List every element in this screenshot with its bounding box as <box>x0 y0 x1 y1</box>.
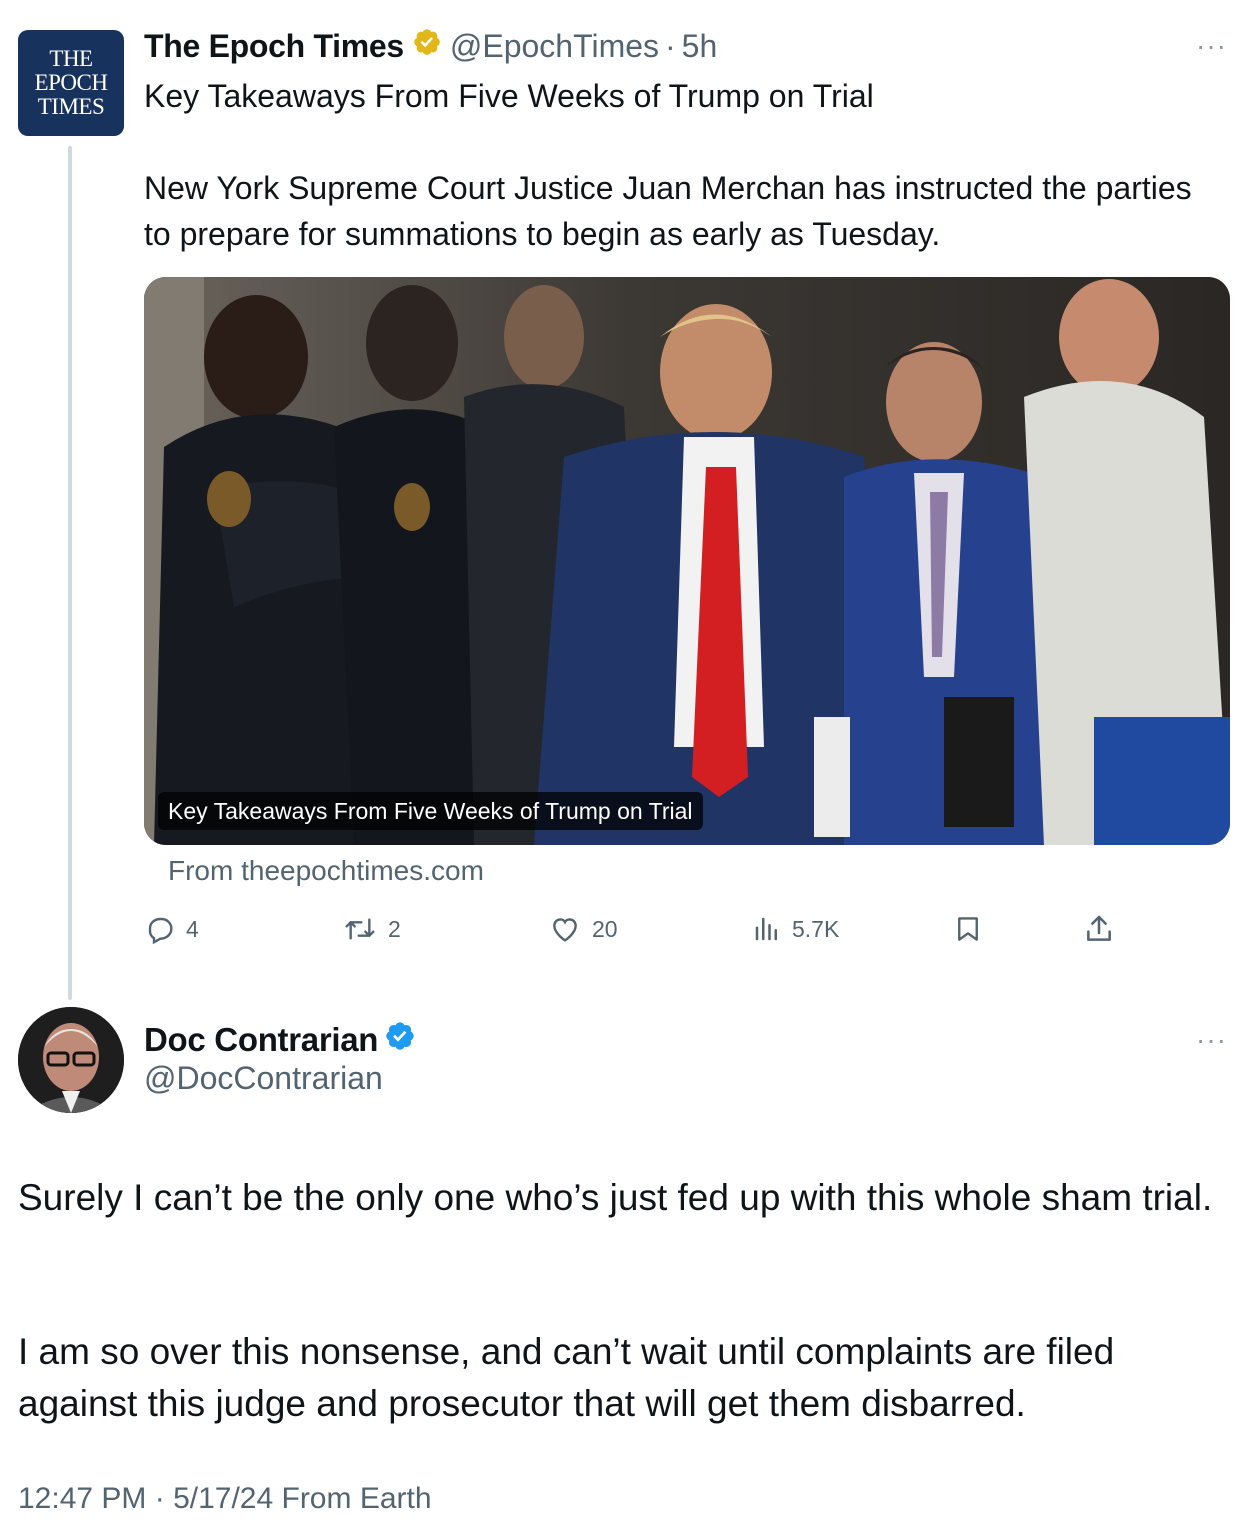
avatar-portrait <box>18 1007 124 1113</box>
tweet-paragraph-2: I am so over this nonsense, and can’t wa… <box>18 1331 1115 1424</box>
logo-line-1: THE <box>49 46 93 71</box>
bookmark-icon <box>958 917 978 941</box>
author-handle[interactable]: @EpochTimes <box>450 28 659 65</box>
card-source-link[interactable]: From theepochtimes.com <box>168 855 484 887</box>
like-count: 20 <box>592 915 618 942</box>
analytics-icon <box>755 917 777 941</box>
blue-verified-badge-icon[interactable] <box>384 1020 416 1060</box>
thread-connector-line <box>68 146 72 1000</box>
author-name[interactable]: Doc Contrarian <box>144 1021 378 1059</box>
views-count: 5.7K <box>792 915 840 942</box>
heart-icon <box>553 918 577 942</box>
views-button[interactable]: 5.7K <box>752 908 839 950</box>
gold-verified-badge-icon[interactable] <box>412 27 442 65</box>
main-tweet-header: Doc Contrarian <box>144 1018 424 1062</box>
epoch-times-logo[interactable]: THE EPOCH TIMES <box>18 30 124 136</box>
reply-button[interactable]: 4 <box>144 908 199 950</box>
repost-count: 2 <box>388 915 401 942</box>
more-options-icon[interactable]: ··· <box>1196 1024 1227 1056</box>
bookmark-button[interactable] <box>953 908 983 950</box>
tweet-time[interactable]: 5h <box>682 28 718 65</box>
author-avatar[interactable] <box>18 1007 124 1113</box>
card-image-caption: Key Takeaways From Five Weeks of Trump o… <box>158 792 703 830</box>
logo-line-2: EPOCH <box>34 70 108 95</box>
reply-icon <box>148 917 173 945</box>
more-options-icon[interactable]: ··· <box>1196 30 1227 62</box>
share-icon <box>1087 915 1111 941</box>
tweet-headline: Key Takeaways From Five Weeks of Trump o… <box>144 78 874 114</box>
tweet-timestamp[interactable]: 12:47 PM · 5/17/24 From Earth <box>18 1482 432 1516</box>
author-handle[interactable]: @DocContrarian <box>144 1060 383 1097</box>
separator-dot: · <box>665 27 676 64</box>
repost-button[interactable]: 2 <box>342 908 401 950</box>
share-button[interactable] <box>1083 908 1115 950</box>
author-name[interactable]: The Epoch Times <box>144 28 404 65</box>
tweet-body: New York Supreme Court Justice Juan Merc… <box>144 170 1192 252</box>
courtroom-photo <box>144 277 1230 845</box>
quoted-tweet-header: The Epoch Times @EpochTimes · 5h <box>144 24 717 68</box>
reply-count: 4 <box>186 915 199 942</box>
tweet-paragraph-1: Surely I can’t be the only one who’s jus… <box>18 1177 1213 1218</box>
link-card-image[interactable] <box>144 277 1230 845</box>
repost-icon <box>345 918 375 940</box>
logo-line-3: TIMES <box>37 94 105 119</box>
like-button[interactable]: 20 <box>548 908 618 950</box>
